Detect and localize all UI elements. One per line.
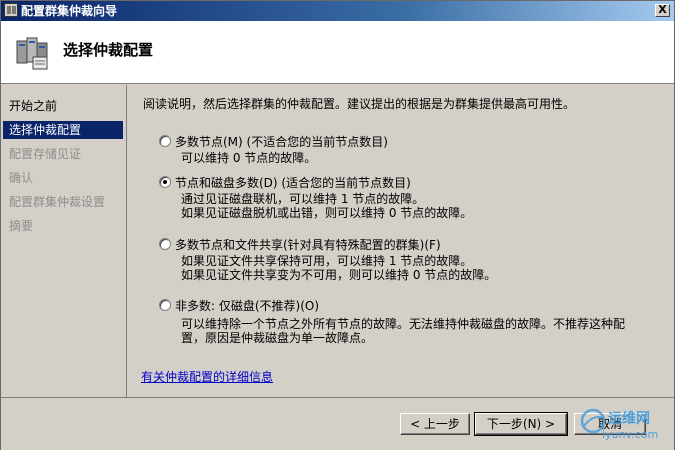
- wizard-window: 配置群集仲裁向导 X 选择仲裁配置 开始之前 选择仲裁配置 配置存储见证 确认 …: [0, 0, 675, 450]
- watermark-url: iyunv.com: [602, 428, 659, 441]
- option-desc-file-share-1: 如果见证文件共享保持可用，可以维持 1 节点的故障。: [181, 254, 473, 268]
- radio-node-and-file-share-majority[interactable]: [159, 238, 171, 250]
- instructions-text: 阅读说明，然后选择群集的仲裁配置。建议提出的根据是为群集提供最高可用性。: [143, 97, 576, 111]
- sidebar-item-configure-quorum-settings: 配置群集仲裁设置: [9, 195, 106, 209]
- sidebar-item-confirmation: 确认: [9, 171, 34, 185]
- radio-node-and-disk-majority[interactable]: [159, 176, 171, 188]
- radio-node-majority[interactable]: [159, 135, 171, 147]
- option-label-node-majority[interactable]: 多数节点(M) (不适合您的当前节点数目): [175, 133, 388, 150]
- quorum-info-link[interactable]: 有关仲裁配置的详细信息: [141, 368, 273, 385]
- wizard-footer: < 上一步 下一步(N) > 取消: [1, 397, 674, 450]
- option-desc-file-share-2: 如果见证文件共享变为不可用，则可以维持 0 节点的故障。: [181, 268, 497, 282]
- radio-disk-only[interactable]: [159, 299, 171, 311]
- option-desc-node-and-disk-majority-2: 如果见证磁盘脱机或出错，则可以维持 0 节点的故障。: [181, 206, 473, 220]
- server-cluster-icon: [16, 37, 48, 70]
- option-label-node-and-disk-majority[interactable]: 节点和磁盘多数(D) (适合您的当前节点数目): [175, 174, 411, 191]
- wizard-content: 阅读说明，然后选择群集的仲裁配置。建议提出的根据是为群集提供最高可用性。 多数节…: [127, 85, 674, 397]
- back-button[interactable]: < 上一步: [400, 413, 470, 435]
- window-title: 配置群集仲裁向导: [21, 4, 118, 18]
- option-desc-node-majority-1: 可以维持 0 节点的故障。: [181, 151, 317, 165]
- close-button[interactable]: X: [655, 4, 670, 17]
- cluster-app-icon: [4, 3, 18, 17]
- option-desc-disk-only-1: 可以维持除一个节点之外所有节点的故障。无法维持仲裁磁盘的故障。不推荐这种配: [181, 317, 626, 331]
- option-desc-disk-only-2: 置，原因是仲裁磁盘为单一故障点。: [181, 331, 374, 345]
- option-label-node-and-file-share-majority[interactable]: 多数节点和文件共享(针对具有特殊配置的群集)(F): [175, 236, 441, 253]
- sidebar-item-before-you-begin[interactable]: 开始之前: [3, 97, 123, 115]
- next-button[interactable]: 下一步(N) >: [474, 412, 568, 436]
- title-bar: 配置群集仲裁向导 X: [1, 1, 674, 21]
- option-desc-node-and-disk-majority-1: 通过见证磁盘联机，可以维持 1 节点的故障。: [181, 192, 425, 206]
- wizard-header: 选择仲裁配置: [1, 21, 674, 84]
- page-title: 选择仲裁配置: [63, 41, 154, 59]
- wizard-steps-sidebar: 开始之前 选择仲裁配置 配置存储见证 确认 配置群集仲裁设置 摘要: [1, 85, 127, 397]
- watermark-text: 运维网: [608, 411, 650, 427]
- sidebar-item-configure-storage-witness: 配置存储见证: [9, 147, 82, 161]
- option-label-disk-only[interactable]: 非多数: 仅磁盘(不推荐)(O): [175, 297, 319, 314]
- sidebar-item-select-quorum[interactable]: 选择仲裁配置: [3, 121, 123, 139]
- watermark-logo: 运维网 iyunv.com: [580, 402, 675, 450]
- sidebar-item-summary: 摘要: [9, 219, 34, 233]
